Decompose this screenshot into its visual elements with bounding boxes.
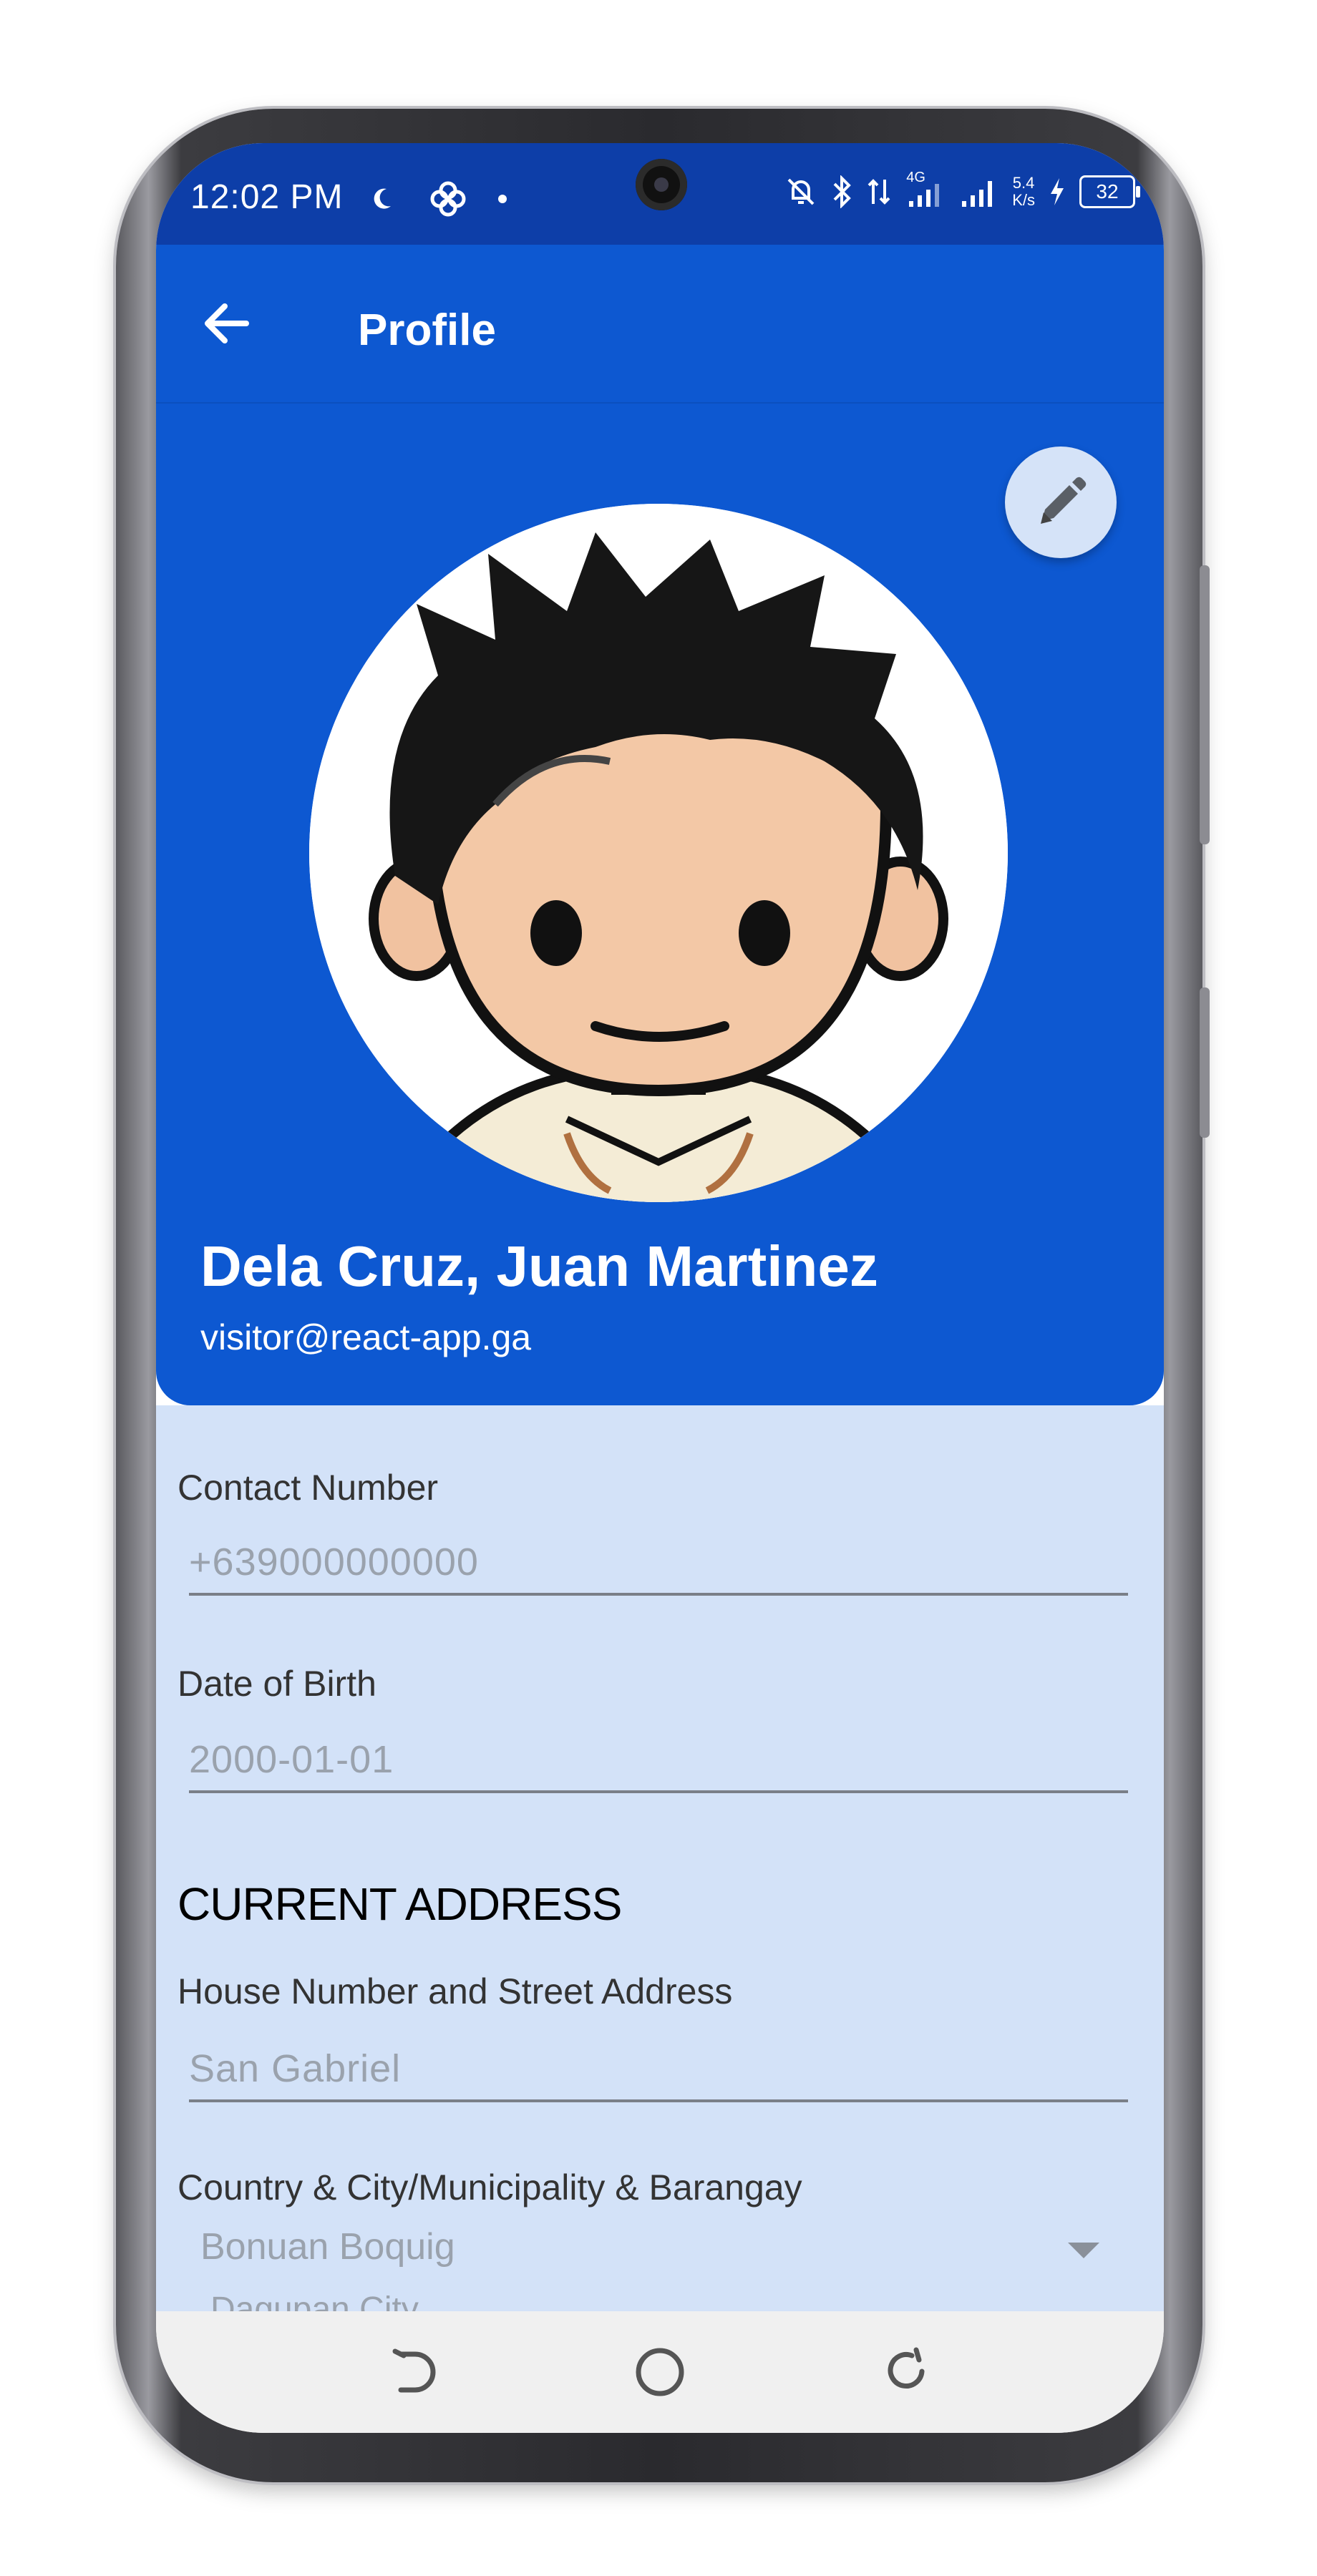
signal-4g-icon: 4G [903,170,946,208]
location-value-barangay: Bonuan Boquig [200,2226,455,2268]
street-address-field[interactable]: San Gabriel [189,2034,1128,2102]
contact-number-placeholder: +639000000000 [189,1541,479,1584]
system-icons: 4G 5.4 K/s 32 [784,170,1140,209]
pencil-icon [1041,477,1087,524]
bell-muted-icon [787,178,815,205]
street-address-placeholder: San Gabriel [189,2047,402,2090]
volume-button [1200,565,1210,844]
location-label: Country & City/Municipality & Barangay [178,2167,802,2207]
network-speed: 5.4 K/s [1012,175,1035,209]
avatar-illustration [309,504,1008,1202]
data-arrows-icon [868,179,890,205]
date-of-birth-field[interactable]: 2000-01-01 [189,1724,1128,1793]
contact-number-label: Contact Number [178,1468,439,1508]
profile-avatar [309,504,1008,1202]
dropdown-caret-icon [1068,2243,1099,2258]
home-circle-icon [636,2348,684,2396]
contact-number-field[interactable]: +639000000000 [189,1527,1128,1596]
date-of-birth-label: Date of Birth [178,1664,376,1704]
bluetooth-icon [833,175,852,208]
charging-icon [1051,178,1064,205]
dot-icon [498,195,507,203]
status-bar: 12:02 PM 4G 5.4 K/s 32 [156,143,1164,245]
back-nav-icon [392,2348,436,2393]
recents-icon [888,2347,925,2389]
network-speed-value: 5.4 [1012,174,1035,192]
nav-back-button[interactable] [379,2340,444,2404]
location-select[interactable]: Bonuan Boquig Dagupan City [189,2225,1128,2328]
moon-icon [374,188,391,209]
street-address-label: House Number and Street Address [178,1971,733,2011]
date-of-birth-placeholder: 2000-01-01 [189,1738,394,1781]
profile-form: Contact Number +639000000000 Date of Bir… [156,1405,1164,2328]
nav-recents-button[interactable] [876,2340,941,2404]
pinwheel-icon [430,181,466,217]
network-speed-unit: K/s [1012,191,1035,209]
signal-icon [962,181,993,207]
edit-profile-button[interactable] [1005,447,1117,558]
arrow-left-icon [205,303,249,343]
system-navigation-bar [156,2311,1164,2433]
battery-indicator: 32 [1079,175,1140,208]
profile-email: visitor@react-app.ga [200,1317,532,1357]
phone-screen: 12:02 PM 4G 5.4 K/s 32 Profile Dela Cruz… [156,143,1164,2433]
profile-name: Dela Cruz, Juan Martinez [200,1234,878,1298]
nav-home-button[interactable] [628,2340,692,2404]
app-bar: Profile [156,245,1164,404]
status-time: 12:02 PM [190,178,344,216]
front-camera [636,159,687,210]
current-address-heading: CURRENT ADDRESS [178,1878,622,1930]
back-button[interactable] [199,295,256,352]
power-button [1200,987,1210,1138]
notification-icons [371,179,508,219]
page-title: Profile [358,306,496,355]
profile-header: Dela Cruz, Juan Martinez visitor@react-a… [156,404,1164,1405]
